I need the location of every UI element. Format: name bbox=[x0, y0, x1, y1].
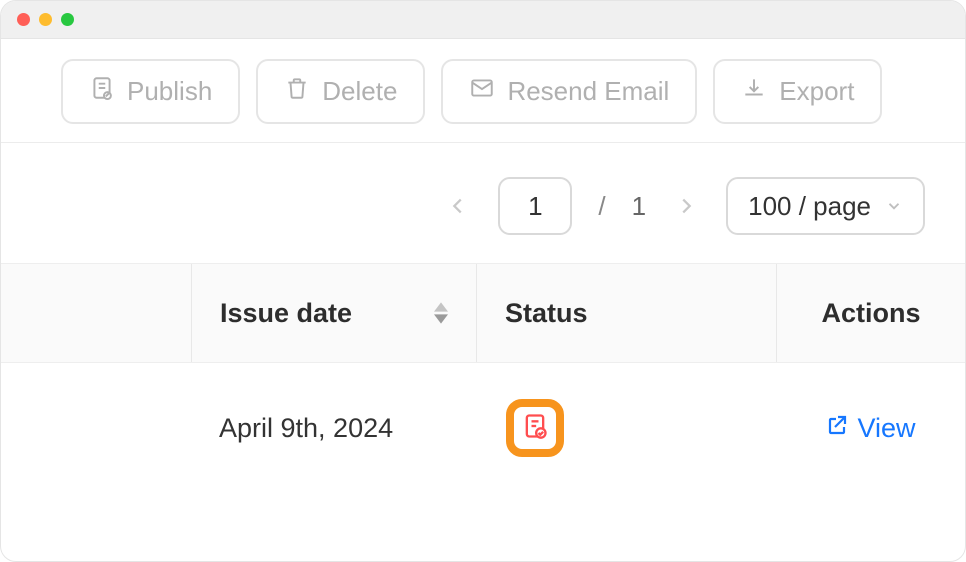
issue-date-header-label: Issue date bbox=[220, 298, 352, 329]
view-label: View bbox=[857, 413, 915, 444]
table-cell-issue-date: April 9th, 2024 bbox=[191, 413, 476, 444]
app-window: Publish Delete Resend Email bbox=[0, 0, 966, 562]
delete-label: Delete bbox=[322, 76, 397, 107]
resend-email-label: Resend Email bbox=[507, 76, 669, 107]
table-header-issue-date[interactable]: Issue date bbox=[191, 264, 476, 362]
window-close-button[interactable] bbox=[17, 13, 30, 26]
chevron-down-icon bbox=[885, 191, 903, 222]
table-header-actions: Actions bbox=[776, 264, 965, 362]
publish-doc-icon bbox=[89, 75, 115, 108]
prev-page-button[interactable] bbox=[438, 186, 478, 226]
table-cell-actions: View bbox=[776, 413, 965, 444]
pagination: / 1 100 / page bbox=[1, 143, 965, 263]
export-button[interactable]: Export bbox=[713, 59, 882, 124]
table-header-status: Status bbox=[476, 264, 776, 362]
toolbar: Publish Delete Resend Email bbox=[1, 39, 965, 142]
resend-email-button[interactable]: Resend Email bbox=[441, 59, 697, 124]
delete-button[interactable]: Delete bbox=[256, 59, 425, 124]
next-page-button[interactable] bbox=[666, 186, 706, 226]
publish-button[interactable]: Publish bbox=[61, 59, 240, 124]
table-cell-status bbox=[476, 399, 776, 457]
document-check-icon[interactable] bbox=[521, 412, 549, 445]
mail-icon bbox=[469, 75, 495, 108]
table-header-empty bbox=[1, 264, 191, 362]
page-separator: / bbox=[592, 191, 611, 222]
trash-icon bbox=[284, 75, 310, 108]
table-row: April 9th, 2024 bbox=[1, 363, 965, 493]
download-icon bbox=[741, 75, 767, 108]
window-minimize-button[interactable] bbox=[39, 13, 52, 26]
current-page-input[interactable] bbox=[498, 177, 572, 235]
window-maximize-button[interactable] bbox=[61, 13, 74, 26]
table-header-row: Issue date Status Actions bbox=[1, 263, 965, 363]
export-label: Export bbox=[779, 76, 854, 107]
window-titlebar bbox=[1, 1, 965, 39]
sort-icon bbox=[434, 302, 448, 324]
status-header-label: Status bbox=[505, 298, 588, 329]
actions-header-label: Actions bbox=[821, 298, 920, 329]
page-size-select[interactable]: 100 / page bbox=[726, 177, 925, 235]
view-link[interactable]: View bbox=[825, 413, 915, 444]
page-size-label: 100 / page bbox=[748, 191, 871, 222]
total-pages: 1 bbox=[632, 191, 646, 222]
status-highlight bbox=[506, 399, 564, 457]
publish-label: Publish bbox=[127, 76, 212, 107]
external-link-icon bbox=[825, 413, 849, 444]
